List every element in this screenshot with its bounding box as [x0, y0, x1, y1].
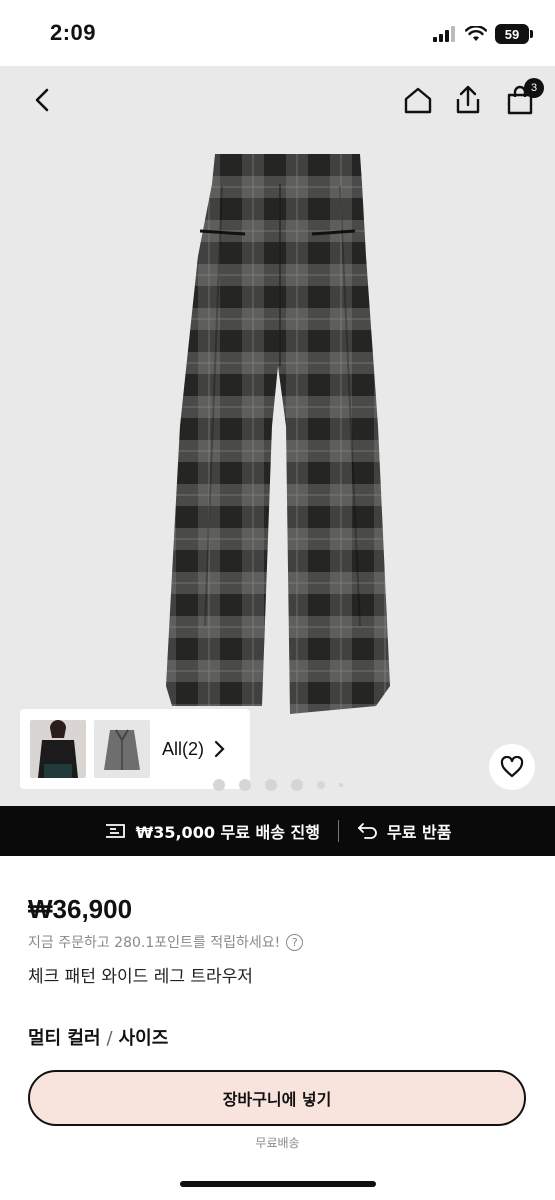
points-text: 지금 주문하고 280.1포인트를 적립하세요! [28, 935, 281, 951]
signal-icon [433, 26, 455, 42]
option-separator: / [106, 1028, 113, 1049]
gallery-pagination [0, 779, 555, 791]
cart-button[interactable]: 3 [498, 78, 544, 122]
pagination-dot[interactable] [338, 783, 343, 787]
back-button[interactable] [20, 78, 64, 122]
pagination-dot[interactable] [290, 779, 303, 791]
pagination-dot-active[interactable] [264, 779, 277, 791]
chevron-right-icon [214, 740, 225, 758]
status-icons: 59 [433, 24, 533, 44]
product-image-gallery[interactable]: 3 All(2) [0, 66, 555, 806]
thumbnail-image [104, 729, 140, 770]
return-arrow-icon [358, 823, 377, 839]
status-time: 2:09 [50, 20, 97, 45]
cart-count-badge: 3 [524, 78, 544, 98]
option-size: 사이즈 [118, 1028, 169, 1049]
option-color: 멀티 컬러 [28, 1028, 101, 1049]
points-notice: 지금 주문하고 280.1포인트를 적립하세요! ? [28, 932, 304, 952]
thumbnail-outfit-1[interactable] [30, 720, 86, 778]
option-selector[interactable]: 멀티 컬러 / 사이즈 [28, 1024, 168, 1050]
product-title: 체크 패턴 와이드 레그 트라우저 [28, 967, 253, 987]
truck-icon [105, 824, 125, 838]
share-button[interactable] [446, 78, 490, 122]
home-button[interactable] [396, 78, 440, 122]
thumbnail-outfit-2[interactable] [94, 720, 150, 778]
pagination-dot[interactable] [316, 781, 325, 789]
home-icon [404, 87, 432, 114]
free-return-promo: 무료 반품 [357, 819, 451, 843]
shipping-note: 무료배송 [255, 1136, 300, 1150]
home-indicator [180, 1181, 376, 1187]
product-price: ₩36,900 [28, 894, 133, 924]
free-return-text: 무료 반품 [386, 823, 452, 842]
wishlist-button[interactable] [489, 744, 535, 790]
promo-bar: ₩35,000 무료 배송 진행 무료 반품 [0, 806, 555, 856]
related-items-card[interactable]: All(2) [20, 709, 250, 789]
status-bar: 2:09 59 [0, 0, 555, 66]
battery-icon: 59 [495, 24, 533, 44]
pagination-dot[interactable] [238, 779, 251, 791]
add-to-cart-button[interactable]: 장바구니에 넣기 [28, 1070, 526, 1126]
related-items-label: All(2) [162, 738, 205, 759]
help-icon[interactable]: ? [286, 933, 304, 951]
promo-divider [337, 820, 339, 842]
share-icon [456, 85, 480, 114]
pagination-dot[interactable] [212, 779, 225, 791]
free-shipping-promo: ₩35,000 무료 배송 진행 [104, 819, 320, 843]
related-items-link[interactable]: All(2) [162, 739, 226, 760]
wifi-icon [465, 26, 487, 41]
product-image [166, 154, 390, 714]
chevron-left-icon [35, 88, 49, 112]
heart-icon [500, 756, 524, 778]
thumbnail-image [38, 720, 78, 778]
free-shipping-text: ₩35,000 무료 배송 진행 [135, 823, 320, 842]
